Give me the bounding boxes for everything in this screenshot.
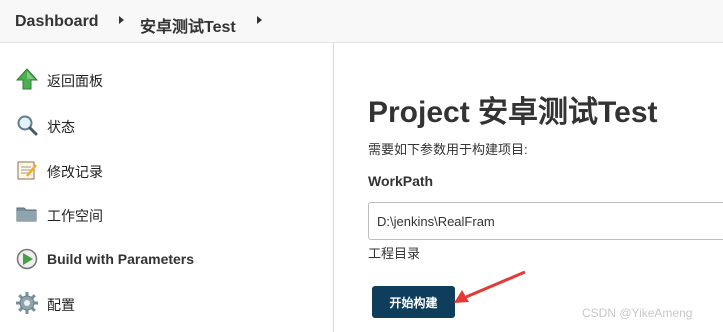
breadcrumb-dashboard[interactable]: Dashboard [15, 13, 99, 31]
page-title: Project 安卓测试Test [368, 96, 658, 129]
sidebar-item-changes[interactable]: 修改记录 [0, 150, 333, 190]
watermark: CSDN @YikeAmeng [582, 306, 693, 320]
workpath-input[interactable] [368, 202, 723, 240]
parameter-description: 工程目录 [368, 246, 421, 261]
sidebar-item-configure[interactable]: 配置 [0, 283, 333, 323]
annotation-arrow-icon [454, 270, 526, 303]
breadcrumb-project[interactable]: 安卓测试Test [140, 13, 236, 37]
sidebar: 返回面板 状态 修改记录 工作空间 Build with Parameters [0, 43, 334, 332]
build-clock-icon [16, 248, 38, 270]
sidebar-item-label: 修改记录 [47, 164, 103, 180]
sidebar-item-status[interactable]: 状态 [0, 105, 333, 145]
magnifier-icon [17, 115, 38, 136]
sidebar-item-workspace[interactable]: 工作空间 [0, 194, 333, 234]
gear-icon [16, 292, 38, 314]
start-build-button[interactable]: 开始构建 [372, 286, 455, 318]
main-content: Project 安卓测试Test 需要如下参数用于构建项目: WorkPath … [335, 43, 723, 332]
sidebar-item-label: 返回面板 [47, 73, 103, 89]
parameters-description: 需要如下参数用于构建项目: [368, 142, 528, 157]
parameter-name: WorkPath [368, 173, 434, 189]
sidebar-item-label: 配置 [47, 297, 75, 313]
folder-icon [16, 207, 37, 222]
breadcrumb-separator-icon[interactable] [119, 16, 124, 24]
sidebar-item-label: 工作空间 [47, 208, 103, 224]
breadcrumb: Dashboard 安卓测试Test [0, 0, 723, 43]
sidebar-item-build-with-parameters[interactable]: Build with Parameters [0, 239, 333, 279]
sidebar-item-label: 状态 [47, 119, 75, 135]
breadcrumb-separator-icon[interactable] [257, 16, 262, 24]
notepad-icon [17, 161, 37, 180]
sidebar-item-label: Build with Parameters [47, 251, 195, 267]
up-arrow-icon [15, 68, 39, 90]
sidebar-item-back-to-dashboard[interactable]: 返回面板 [0, 59, 333, 99]
